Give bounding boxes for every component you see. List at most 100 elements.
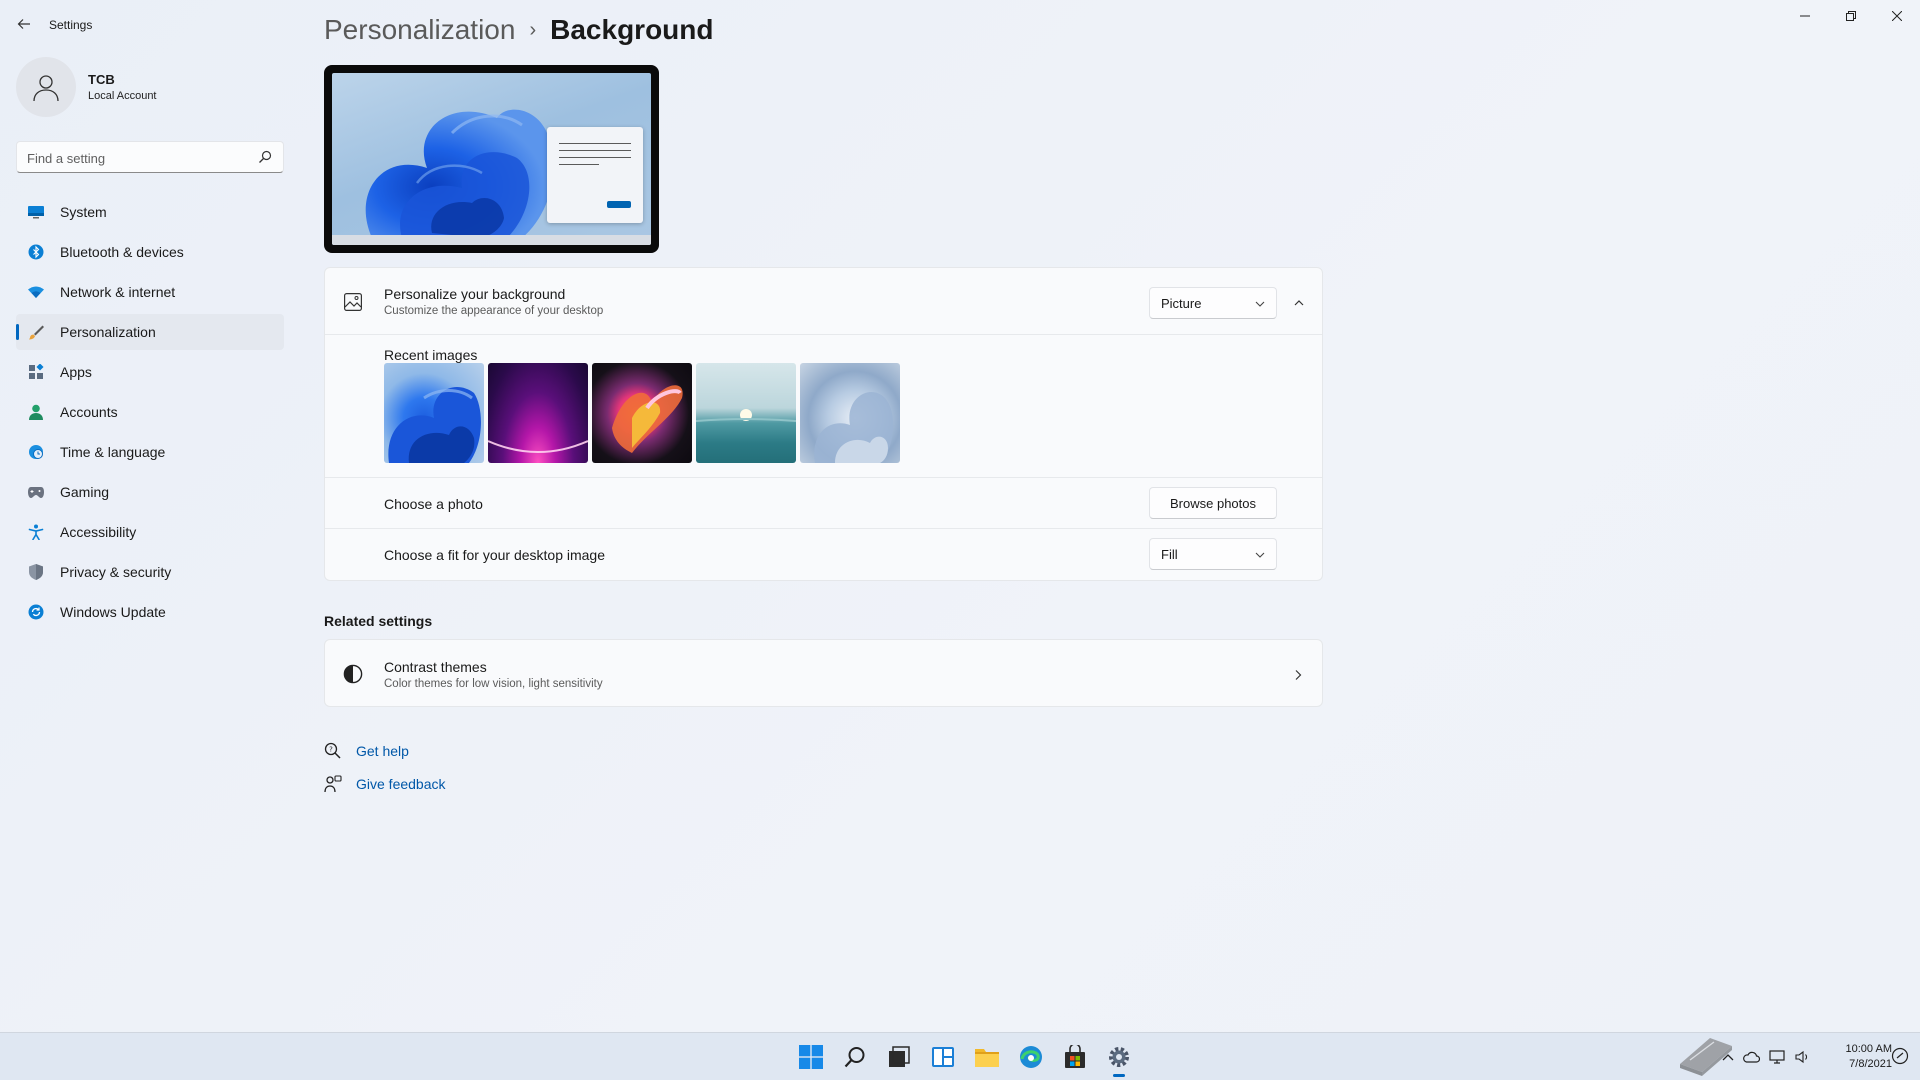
file-explorer-icon: [975, 1049, 999, 1067]
update-icon: [28, 604, 44, 620]
give-feedback-link[interactable]: Give feedback: [324, 773, 446, 795]
gamepad-icon: [28, 484, 44, 500]
fit-value: Fill: [1161, 547, 1178, 562]
apps-icon: [28, 364, 44, 380]
fit-label: Choose a fit for your desktop image: [384, 547, 606, 563]
store-icon: [1065, 1045, 1085, 1068]
settings-icon: [1109, 1047, 1129, 1067]
collapse-button[interactable]: [1283, 287, 1315, 319]
choose-photo-row: Choose a photo Browse photos: [325, 478, 1322, 529]
contrast-themes-card[interactable]: Contrast themes Color themes for low vis…: [324, 639, 1323, 707]
recent-images-row: Recent images: [325, 335, 1322, 478]
cloud-icon: [1743, 1051, 1760, 1063]
onedrive-tray-button[interactable]: [1738, 1051, 1764, 1063]
maximize-button[interactable]: [1828, 0, 1874, 32]
sidebar-item-gaming[interactable]: Gaming: [16, 474, 284, 510]
sidebar-item-label: Bluetooth & devices: [60, 244, 184, 260]
recent-images-list: [384, 363, 900, 463]
sidebar-item-apps[interactable]: Apps: [16, 354, 284, 390]
recent-image-bloom-light[interactable]: [800, 363, 900, 463]
search-input[interactable]: [27, 148, 247, 168]
svg-text:?: ?: [329, 746, 333, 754]
close-button[interactable]: [1874, 0, 1920, 32]
volume-tray-button[interactable]: [1790, 1050, 1816, 1064]
sidebar-item-label: Accounts: [60, 404, 118, 420]
sidebar-item-accessibility[interactable]: Accessibility: [16, 514, 284, 550]
start-button[interactable]: [791, 1041, 831, 1080]
desktop-preview: [324, 65, 659, 253]
taskbar: 10:00 AM 7/8/2021: [0, 1032, 1920, 1080]
sidebar-item-personalization[interactable]: Personalization: [16, 314, 284, 350]
chevron-down-icon: [1255, 301, 1265, 307]
sidebar-item-label: Windows Update: [60, 604, 166, 620]
recent-image-lake-sunrise[interactable]: [696, 363, 796, 463]
task-view-button[interactable]: [879, 1041, 919, 1080]
network-tray-button[interactable]: [1764, 1050, 1790, 1064]
clock-time: 10:00 AM: [1845, 1043, 1892, 1055]
user-profile[interactable]: TCB Local Account: [16, 57, 286, 117]
settings-window: Settings TCB Local Account System Blueto…: [0, 0, 1920, 1032]
search-icon: [844, 1047, 865, 1068]
widgets-button[interactable]: [923, 1041, 963, 1080]
sidebar-item-bluetooth[interactable]: Bluetooth & devices: [16, 234, 284, 270]
background-settings-card: Personalize your background Customize th…: [324, 267, 1323, 581]
network-icon: [1769, 1050, 1785, 1064]
notification-button[interactable]: [1890, 1046, 1910, 1071]
widgets-icon: [932, 1047, 954, 1067]
sidebar-item-label: Privacy & security: [60, 564, 172, 580]
breadcrumb: Personalization › Background: [324, 10, 713, 50]
brush-icon: [28, 324, 44, 340]
clock-date: 7/8/2021: [1849, 1058, 1892, 1070]
volume-icon: [1795, 1050, 1808, 1064]
chevron-right-icon: [1293, 668, 1303, 686]
recent-image-bloom-blue[interactable]: [384, 363, 484, 463]
recent-image-glow-purple[interactable]: [488, 363, 588, 463]
feedback-icon: [324, 775, 342, 793]
minimize-button[interactable]: [1782, 0, 1828, 32]
file-explorer-button[interactable]: [967, 1041, 1007, 1080]
related-settings-heading: Related settings: [324, 613, 433, 629]
background-type-dropdown[interactable]: Picture: [1149, 287, 1277, 319]
globe-clock-icon: [28, 444, 44, 460]
get-help-link[interactable]: ? Get help: [324, 740, 409, 762]
sidebar-item-label: Network & internet: [60, 284, 176, 300]
sidebar-item-accounts[interactable]: Accounts: [16, 394, 284, 430]
choose-photo-label: Choose a photo: [384, 496, 483, 512]
edge-button[interactable]: [1011, 1041, 1051, 1080]
sidebar-nav: System Bluetooth & devices Network & int…: [16, 194, 284, 634]
search-icon: [259, 150, 272, 163]
tray-overflow-button[interactable]: [1718, 1053, 1738, 1061]
sidebar-item-windows-update[interactable]: Windows Update: [16, 594, 284, 630]
sidebar-item-network[interactable]: Network & internet: [16, 274, 284, 310]
sidebar-item-label: Apps: [60, 364, 92, 380]
recent-image-flower-dark[interactable]: [592, 363, 692, 463]
sidebar-item-system[interactable]: System: [16, 194, 284, 230]
back-button[interactable]: [12, 12, 36, 36]
taskbar-search-button[interactable]: [835, 1041, 875, 1080]
notification-icon: [1891, 1047, 1909, 1065]
maximize-icon: [1846, 11, 1856, 21]
person-icon: [28, 404, 44, 420]
accessibility-icon: [28, 524, 44, 540]
store-button[interactable]: [1055, 1041, 1095, 1080]
sidebar-item-label: Accessibility: [60, 524, 137, 540]
task-view-icon: [889, 1046, 910, 1067]
settings-taskbar-button[interactable]: [1099, 1041, 1139, 1080]
taskbar-clock[interactable]: 10:00 AM 7/8/2021: [1822, 1042, 1892, 1072]
monitor-icon: [28, 204, 44, 220]
sidebar-item-label: Time & language: [60, 444, 166, 460]
recent-images-label: Recent images: [384, 347, 478, 363]
fit-dropdown[interactable]: Fill: [1149, 538, 1277, 570]
minimize-icon: [1800, 15, 1810, 17]
fit-row: Choose a fit for your desktop image Fill: [325, 529, 1322, 580]
personalize-background-row[interactable]: Personalize your background Customize th…: [325, 268, 1322, 335]
sidebar-item-label: Personalization: [60, 324, 156, 340]
breadcrumb-parent[interactable]: Personalization: [324, 14, 515, 46]
sidebar-item-privacy[interactable]: Privacy & security: [16, 554, 284, 590]
sidebar-item-label: System: [60, 204, 107, 220]
search-box[interactable]: [16, 141, 284, 173]
breadcrumb-separator: ›: [529, 18, 537, 41]
contrast-themes-title: Contrast themes: [384, 659, 487, 675]
browse-photos-button[interactable]: Browse photos: [1149, 487, 1277, 519]
sidebar-item-time-language[interactable]: Time & language: [16, 434, 284, 470]
